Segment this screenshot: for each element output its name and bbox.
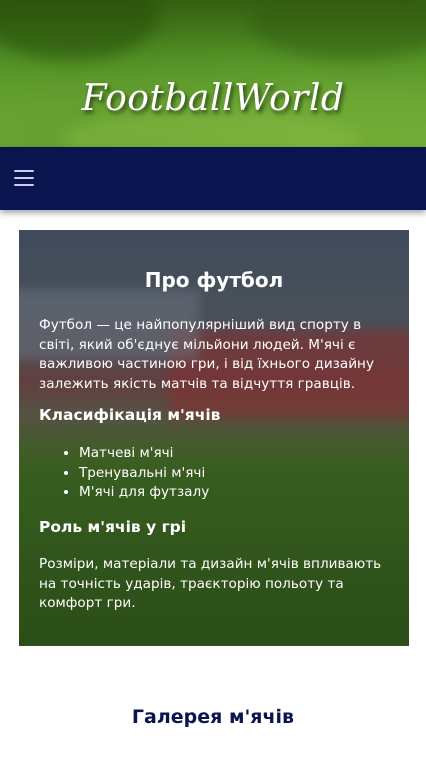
menu-line (14, 177, 34, 179)
about-title: Про футбол (144, 268, 284, 292)
ball-role-heading: Роль м'ячів у грі (39, 518, 187, 536)
hamburger-menu-icon[interactable] (14, 168, 36, 188)
hero-background-blur (250, 0, 426, 60)
list-item: Тренувальні м'ячі (79, 464, 389, 484)
about-football-section: Про футбол Футбол — це найпопулярніший в… (19, 230, 409, 646)
classification-heading: Класифікація м'ячів (39, 406, 221, 424)
ball-role-text: Розміри, матеріали та дизайн м'ячів впли… (39, 556, 382, 611)
site-logo-text[interactable]: FootballWorld (0, 78, 426, 119)
menu-line (14, 184, 34, 186)
list-item: М'ячі для футзалу (79, 483, 389, 503)
hero-background-blur (0, 0, 160, 60)
list-item: Матчеві м'ячі (79, 444, 389, 464)
classification-list: Матчеві м'ячі Тренувальні м'ячі М'ячі дл… (39, 444, 389, 503)
about-intro-text: Футбол — це найпопулярніший вид спорту в… (39, 317, 374, 392)
menu-line (14, 170, 34, 172)
navigation-bar (0, 147, 426, 210)
gallery-title: Галерея м'ячів (131, 706, 295, 728)
hero-header: FootballWorld (0, 0, 426, 147)
